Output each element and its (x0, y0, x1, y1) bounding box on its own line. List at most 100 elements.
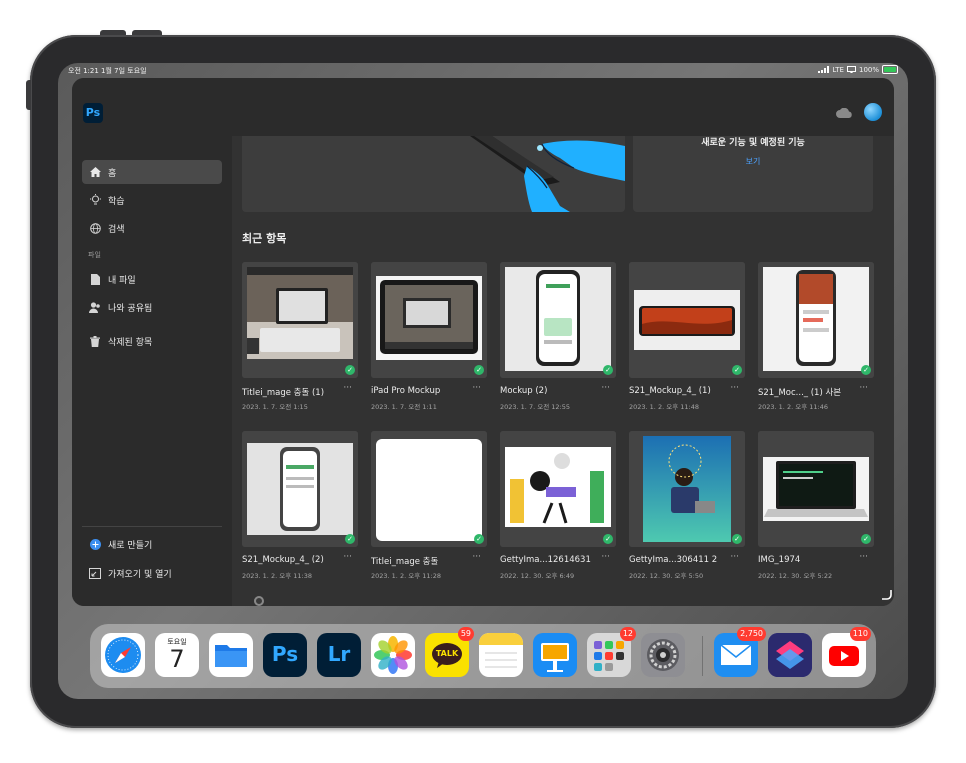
dock-app-mail[interactable]: 2,750 (714, 627, 766, 677)
file-thumbnail[interactable]: ✓ (629, 262, 745, 378)
sidebar-item-my-files[interactable]: 내 파일 (82, 267, 222, 291)
dock-app-shortcuts[interactable] (768, 633, 812, 677)
sidebar-item-label: 홈 (108, 168, 117, 179)
notes-icon (479, 633, 523, 668)
file-date: 2022. 12. 30. 오후 5:22 (758, 572, 833, 580)
main-content: 새로운 기능 및 예정된 기능 보기 최근 항목 ✓ Titlei_mage 충… (232, 136, 894, 606)
dock-app-calendar[interactable]: 토요일 7 (155, 633, 199, 677)
more-options-icon[interactable]: ··· (601, 552, 610, 562)
battery-charging-icon (882, 65, 898, 74)
volume-button (100, 30, 126, 35)
file-thumbnail[interactable]: ✓ (758, 431, 874, 547)
more-options-icon[interactable]: ··· (343, 552, 352, 562)
dock-app-files[interactable] (209, 633, 253, 677)
notification-badge: 12 (619, 627, 636, 641)
file-thumbnail[interactable]: ✓ (500, 262, 616, 378)
screen-mirroring-icon (846, 66, 856, 73)
notification-badge: 2,750 (737, 627, 766, 641)
more-options-icon[interactable]: ··· (472, 552, 481, 562)
file-thumbnail[interactable]: ✓ (242, 431, 358, 547)
file-name: S21_Mockup_4_ (1) (629, 386, 711, 396)
folder-icon (215, 645, 247, 667)
sidebar-item-label: 새로 만들기 (108, 540, 153, 551)
sidebar-item-label: 검색 (108, 224, 125, 235)
sidebar-item-label: 나와 공유됨 (108, 303, 153, 314)
sidebar-item-home[interactable]: 홈 (82, 160, 222, 184)
file-date: 2023. 1. 7. 오전 1:15 (242, 403, 308, 411)
dock-app-photos[interactable] (371, 633, 415, 677)
dock-app-youtube[interactable]: 110 (822, 627, 871, 677)
whats-new-banner[interactable]: 새로운 기능 및 예정된 기능 보기 (633, 136, 873, 212)
sidebar-item-learn[interactable]: 학습 (82, 188, 222, 212)
plus-circle-icon (88, 537, 102, 551)
tablet-hand-illustration (242, 136, 625, 212)
calendar-day: 7 (169, 645, 185, 673)
whats-new-view-link[interactable]: 보기 (633, 156, 873, 167)
file-thumbnail[interactable]: ✓ (758, 262, 874, 378)
more-options-icon[interactable]: ··· (730, 383, 739, 393)
scroll-indicator[interactable] (254, 596, 264, 606)
resize-corner-icon[interactable] (880, 588, 892, 600)
dock-app-lightroom[interactable]: Lr (317, 633, 361, 677)
sidebar-divider (82, 526, 222, 527)
cloud-icon[interactable] (836, 108, 852, 118)
dock-app-folder[interactable]: 12 (587, 627, 636, 677)
more-options-icon[interactable]: ··· (859, 552, 868, 562)
more-options-icon[interactable]: ··· (859, 383, 868, 393)
sidebar-item-shared-with-me[interactable]: 나와 공유됨 (82, 295, 222, 319)
files-section-label: 파일 (88, 251, 101, 259)
recent-section-title: 최근 항목 (242, 232, 287, 245)
file-name: Titlei_mage 충돌 (371, 557, 439, 567)
file-date: 2023. 1. 7. 오전 12:55 (500, 403, 570, 411)
sidebar-item-label: 삭제된 항목 (108, 337, 153, 348)
synced-check-icon: ✓ (603, 534, 613, 544)
trash-icon (88, 334, 102, 348)
sidebar-item-create-new[interactable]: 새로 만들기 (82, 532, 222, 556)
more-options-icon[interactable]: ··· (730, 552, 739, 562)
import-icon (88, 566, 102, 580)
promo-banner[interactable] (242, 136, 625, 212)
dock-app-kakaotalk[interactable]: TALK 59 (425, 627, 474, 677)
file-thumbnail[interactable]: ✓ (242, 262, 358, 378)
dock-app-notes[interactable] (479, 633, 523, 677)
home-icon (88, 165, 102, 179)
more-options-icon[interactable]: ··· (472, 383, 481, 393)
dock-app-photoshop[interactable]: Ps (263, 633, 307, 677)
sidebar-item-import-open[interactable]: 가져오기 및 열기 (82, 561, 222, 585)
sidebar: 홈 학습 검색 파일 내 파일 나와 공유됨 삭제된 항목 새로 만들기 가져오… (72, 136, 232, 606)
dock: 토요일 7 Ps Lr TALK 59 12 2,750 110 (90, 624, 876, 688)
dock-app-keynote[interactable] (533, 633, 577, 677)
synced-check-icon: ✓ (732, 365, 742, 375)
more-options-icon[interactable]: ··· (601, 383, 610, 393)
photoshop-label: Ps (271, 642, 299, 666)
more-options-icon[interactable]: ··· (343, 383, 352, 393)
file-thumbnail[interactable]: ✓ (500, 431, 616, 547)
file-date: 2022. 12. 30. 오후 6:49 (500, 572, 575, 580)
file-name: iPad Pro Mockup (371, 386, 441, 396)
volume-button (132, 30, 162, 35)
status-bar: 오전 1:21 1월 7일 토요일 LTE 100% (58, 63, 908, 77)
file-thumbnail[interactable]: ✓ (371, 262, 487, 378)
synced-check-icon: ✓ (732, 534, 742, 544)
file-icon (88, 272, 102, 286)
dock-separator (702, 636, 703, 676)
notification-badge: 110 (849, 627, 871, 641)
file-thumbnail[interactable]: ✓ (629, 431, 745, 547)
ipad-screen: 오전 1:21 1월 7일 토요일 LTE 100% ••• Ps 홈 (58, 63, 908, 699)
file-thumbnail[interactable]: ✓ (371, 431, 487, 547)
sidebar-item-deleted[interactable]: 삭제된 항목 (82, 329, 222, 353)
shortcuts-icon (768, 633, 812, 677)
dock-app-settings[interactable] (641, 633, 685, 677)
synced-check-icon: ✓ (861, 534, 871, 544)
file-name: Titlei_mage 충돌 (1) (242, 388, 325, 398)
synced-check-icon: ✓ (345, 365, 355, 375)
battery-percent: 100% (858, 65, 879, 74)
dock-app-safari[interactable] (101, 633, 145, 677)
sidebar-item-search[interactable]: 검색 (82, 216, 222, 240)
file-name: S21_Mockup_4_ (2) (242, 555, 324, 565)
user-avatar[interactable] (864, 103, 882, 121)
photoshop-logo[interactable]: Ps (83, 103, 103, 123)
photos-flower-icon (374, 636, 412, 674)
file-name: GettyIma...306411 2 (629, 555, 718, 565)
network-type: LTE (832, 65, 844, 74)
